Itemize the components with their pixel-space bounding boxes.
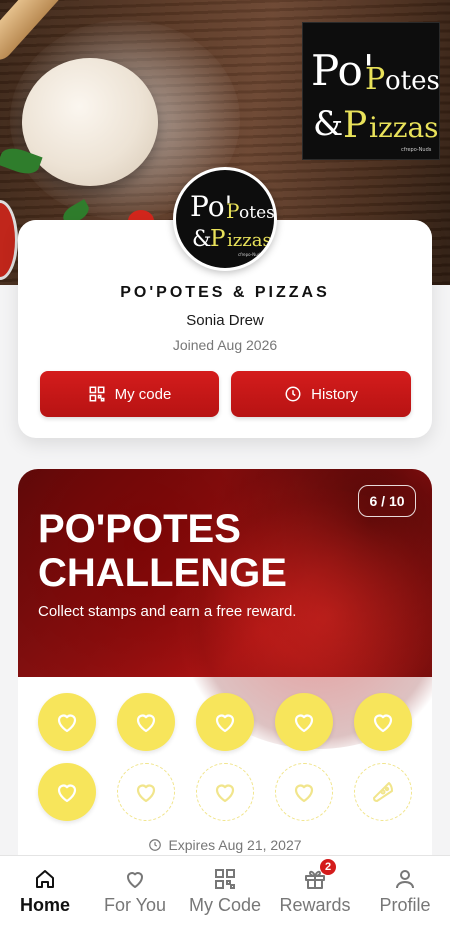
- nav-my-code[interactable]: My Code: [180, 856, 270, 925]
- nav-rewards[interactable]: 2 Rewards: [270, 856, 360, 925]
- heart-icon: [57, 714, 77, 733]
- challenge-banner: 6 / 10 PO'POTES CHALLENGE Collect stamps…: [18, 469, 432, 749]
- challenge-card[interactable]: 6 / 10 PO'POTES CHALLENGE Collect stamps…: [18, 469, 432, 869]
- clock-icon: [285, 386, 301, 402]
- qr-code-icon: [215, 868, 235, 889]
- nav-profile[interactable]: Profile: [360, 856, 450, 925]
- nav-home-label: Home: [19, 894, 70, 915]
- logo-ampersand: &: [313, 104, 343, 144]
- heart-icon: [127, 871, 143, 888]
- stamp-filled: [38, 693, 96, 751]
- stamp-filled: [117, 693, 175, 751]
- rewards-badge: 2: [320, 859, 336, 875]
- nav-for-you[interactable]: For You: [90, 856, 180, 925]
- svg-text:P: P: [226, 199, 239, 223]
- pizza-slice-icon: [373, 782, 393, 802]
- qr-code-icon: [89, 386, 105, 402]
- stamp-filled: [275, 693, 333, 751]
- heart-icon: [136, 714, 156, 733]
- heart-icon: [57, 784, 77, 803]
- user-icon: [396, 869, 414, 888]
- svg-text:otes: otes: [239, 203, 274, 223]
- heart-icon: [215, 714, 235, 733]
- my-code-button-label: My code: [114, 385, 172, 403]
- nav-profile-label: Profile: [379, 894, 431, 915]
- logo-letter-p: P: [365, 62, 385, 97]
- clock-icon: [149, 839, 162, 851]
- challenge-title-line2: CHALLENGE: [38, 551, 287, 595]
- stamp-empty: [275, 763, 333, 821]
- heart-icon: [294, 714, 314, 733]
- reward-stamp: [354, 763, 412, 821]
- nav-my-code-label: My Code: [188, 894, 262, 915]
- challenge-title: PO'POTES CHALLENGE: [38, 507, 358, 595]
- heart-icon: [215, 784, 235, 803]
- stamp-progress-badge: 6 / 10: [358, 485, 416, 517]
- challenge-description: Collect stamps and earn a free reward.: [38, 603, 297, 620]
- expiry-info: Expires Aug 21, 2027: [18, 837, 432, 853]
- joined-date: Joined Aug 2026: [172, 337, 278, 353]
- logo-subtext: cfrepo-Nuds: [401, 147, 432, 153]
- brand-logo: Po' P otes & P izzas cfrepo-Nuds: [302, 22, 440, 160]
- my-code-button[interactable]: My code: [40, 371, 219, 417]
- svg-text:&: &: [192, 227, 212, 252]
- home-icon: [36, 869, 54, 888]
- logo-letter-pz: P: [343, 105, 367, 146]
- logo-word-izzas: izzas: [369, 111, 439, 144]
- heart-icon: [136, 784, 156, 803]
- stamp-filled: [354, 693, 412, 751]
- history-button[interactable]: History: [231, 371, 411, 417]
- nav-for-you-label: For You: [103, 894, 167, 915]
- stamp-empty: [117, 763, 175, 821]
- brand-logo-artwork: Po' P otes & P izzas cfrepo-Nuds: [311, 46, 440, 153]
- nav-home[interactable]: Home: [0, 856, 90, 925]
- expiry-text: Expires Aug 21, 2027: [168, 837, 302, 853]
- nav-rewards-label: Rewards: [279, 894, 351, 915]
- stamp-empty: [196, 763, 254, 821]
- brand-name: PO'POTES & PIZZAS: [120, 284, 330, 301]
- logo-word-otes: otes: [385, 66, 440, 96]
- heart-icon: [294, 784, 314, 803]
- bottom-navigation: Home For You My Code 2 Rewards Profile: [0, 855, 450, 925]
- brand-avatar: Po' P otes & P izzas cfrepo-Nuds: [173, 167, 277, 271]
- app-screen: Po' P otes & P izzas cfrepo-Nuds Po' P o…: [0, 0, 450, 925]
- heart-icon: [373, 714, 393, 733]
- tomato-sauce-bowl: [0, 200, 18, 280]
- user-name: Sonia Drew: [186, 312, 264, 329]
- stamp-filled: [38, 763, 96, 821]
- svg-text:P: P: [210, 226, 225, 252]
- stamp-filled: [196, 693, 254, 751]
- pizza-dough: [22, 58, 158, 186]
- challenge-title-line1: PO'POTES: [38, 507, 241, 551]
- svg-text:izzas: izzas: [227, 230, 272, 251]
- avatar-logo-artwork: Po' P otes & P izzas cfrepo-Nuds: [190, 190, 274, 257]
- svg-text:cfrepo-Nuds: cfrepo-Nuds: [238, 252, 262, 257]
- history-button-label: History: [311, 385, 358, 403]
